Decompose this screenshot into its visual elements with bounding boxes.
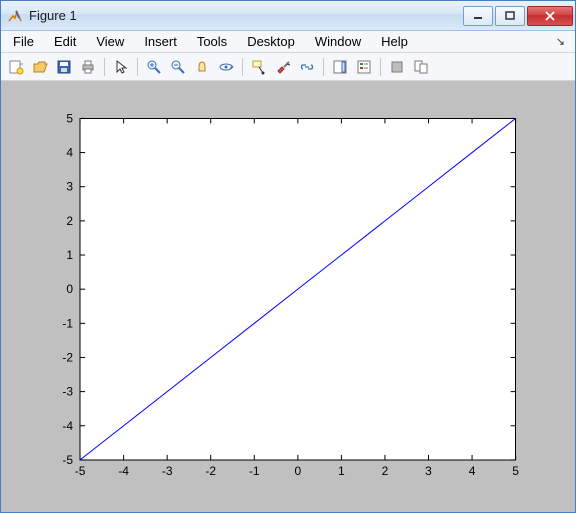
y-tick-label: -3 — [62, 385, 73, 399]
minimize-button[interactable] — [463, 6, 493, 26]
link-icon[interactable] — [296, 56, 318, 78]
datacursor-icon[interactable] — [248, 56, 270, 78]
menu-tools[interactable]: Tools — [187, 32, 237, 51]
x-tick-label: 3 — [425, 464, 432, 478]
dock-arrow-icon[interactable]: ↘ — [556, 35, 573, 48]
y-tick-label: -4 — [62, 419, 73, 433]
show-plot-tools-icon[interactable] — [410, 56, 432, 78]
brush-icon[interactable] — [272, 56, 294, 78]
y-tick-label: 3 — [66, 180, 73, 194]
x-tick-label: 2 — [382, 464, 389, 478]
legend-icon[interactable] — [353, 56, 375, 78]
menu-file[interactable]: File — [3, 32, 44, 51]
x-tick-label: 0 — [294, 464, 301, 478]
menu-desktop[interactable]: Desktop — [237, 32, 305, 51]
window-title: Figure 1 — [29, 8, 461, 23]
colorbar-icon[interactable] — [329, 56, 351, 78]
toolbar — [1, 53, 575, 81]
save-icon[interactable] — [53, 56, 75, 78]
toolbar-separator — [242, 58, 243, 76]
menubar: File Edit View Insert Tools Desktop Wind… — [1, 31, 575, 53]
open-icon[interactable] — [29, 56, 51, 78]
menu-insert[interactable]: Insert — [134, 32, 187, 51]
y-tick-label: 1 — [66, 248, 73, 262]
new-figure-icon[interactable] — [5, 56, 27, 78]
toolbar-separator — [104, 58, 105, 76]
pan-icon[interactable] — [191, 56, 213, 78]
menu-help[interactable]: Help — [371, 32, 418, 51]
x-tick-label: 4 — [469, 464, 476, 478]
y-tick-label: 5 — [66, 111, 73, 125]
y-tick-label: -1 — [62, 316, 73, 330]
axes[interactable]: -5 -4 -3 -2 -1 0 1 2 3 4 5 -5 -4 -3 -2 -1 0 1 2 3 4 5 — [7, 87, 569, 506]
titlebar[interactable]: Figure 1 — [1, 1, 575, 31]
figure-canvas[interactable]: -5 -4 -3 -2 -1 0 1 2 3 4 5 -5 -4 -3 -2 -1 0 1 2 3 4 5 — [1, 81, 575, 512]
rotate3d-icon[interactable] — [215, 56, 237, 78]
x-tick-label: -1 — [249, 464, 260, 478]
x-tick-label: -3 — [162, 464, 173, 478]
menu-view[interactable]: View — [86, 32, 134, 51]
y-tick-label: 0 — [66, 282, 73, 296]
x-tick-label: 5 — [512, 464, 519, 478]
toolbar-separator — [380, 58, 381, 76]
toolbar-separator — [137, 58, 138, 76]
y-tick-label: 4 — [66, 146, 73, 160]
menu-window[interactable]: Window — [305, 32, 371, 51]
maximize-button[interactable] — [495, 6, 525, 26]
x-tick-label: -4 — [118, 464, 129, 478]
y-tick-label: -2 — [62, 350, 73, 364]
pointer-icon[interactable] — [110, 56, 132, 78]
menu-edit[interactable]: Edit — [44, 32, 86, 51]
zoom-out-icon[interactable] — [167, 56, 189, 78]
matlab-icon — [7, 8, 23, 24]
print-icon[interactable] — [77, 56, 99, 78]
toolbar-separator — [323, 58, 324, 76]
close-button[interactable] — [527, 6, 573, 26]
zoom-in-icon[interactable] — [143, 56, 165, 78]
x-tick-label: -5 — [75, 464, 86, 478]
hide-plot-tools-icon[interactable] — [386, 56, 408, 78]
y-tick-label: -5 — [62, 453, 73, 467]
window-controls — [461, 6, 573, 26]
figure-window: Figure 1 File Edit View Insert Tools Des… — [0, 0, 576, 513]
y-tick-label: 2 — [66, 214, 73, 228]
x-tick-label: 1 — [338, 464, 345, 478]
x-tick-label: -2 — [205, 464, 216, 478]
